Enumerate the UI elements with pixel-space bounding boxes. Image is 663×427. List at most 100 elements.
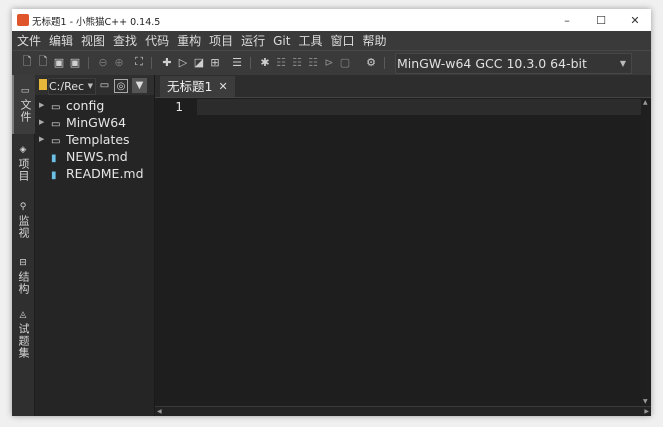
step-out-icon[interactable]: ☷ <box>306 55 320 69</box>
minimize-button[interactable]: – <box>550 9 584 31</box>
watch-icon: ⚲ <box>19 201 27 212</box>
stop-icon[interactable]: ▢ <box>338 55 352 69</box>
tree-item-label: config <box>66 98 105 113</box>
filter-icon[interactable]: ▼ <box>132 78 147 93</box>
chevron-down-icon: ▼ <box>619 59 626 68</box>
file-panel-header: C:/Rec ▼ ▭ ◎ ▼ <box>35 75 154 95</box>
menu-code[interactable]: 代码 <box>141 32 173 49</box>
vertical-scrollbar[interactable]: ▲ ▼ <box>641 98 651 406</box>
save-icon[interactable]: ▣ <box>52 55 66 69</box>
menu-help[interactable]: 帮助 <box>359 32 391 49</box>
app-logo-icon <box>17 14 29 26</box>
save-all-icon[interactable]: ▣ <box>68 55 82 69</box>
tree-item-label: NEWS.md <box>66 149 128 164</box>
menu-project[interactable]: 项目 <box>205 32 237 49</box>
scroll-right-icon[interactable]: ▶ <box>644 408 649 415</box>
menu-tools[interactable]: 工具 <box>294 32 326 49</box>
side-tab-bar: ▭ 文件 ◈ 项目 ⚲ 监视 ⊟ 结构 ◬ 试题集 <box>12 75 36 416</box>
side-tab-files[interactable]: ▭ 文件 <box>12 75 36 134</box>
compile-icon[interactable]: ✚ <box>160 55 174 69</box>
title-bar: 无标题1 - 小熊猫C++ 0.14.5 – ☐ ✕ <box>12 9 651 31</box>
tree-folder-mingw64[interactable]: ▶ ▭ MinGW64 <box>35 114 154 131</box>
folder-icon: ▭ <box>20 86 30 96</box>
tree-item-label: README.md <box>66 166 144 181</box>
expand-arrow-icon[interactable]: ▶ <box>39 114 44 131</box>
tree-folder-config[interactable]: ▶ ▭ config <box>35 97 154 114</box>
open-folder-icon[interactable]: ▭ <box>97 78 112 93</box>
run-icon[interactable]: ▷ <box>176 55 190 69</box>
editor-tab[interactable]: 无标题1 ✕ <box>160 76 235 97</box>
scroll-left-icon[interactable]: ◀ <box>157 408 162 415</box>
compiler-options-icon[interactable]: ⚙ <box>364 55 378 69</box>
line-number-gutter: 1 <box>155 98 197 406</box>
horizontal-scrollbar[interactable]: ◀ ▶ <box>155 406 651 416</box>
open-file-icon[interactable]: 🗋 <box>36 55 50 69</box>
rebuild-icon[interactable]: ⊞ <box>208 55 222 69</box>
toolbar: 🗋 🗋 ▣ ▣ ⊖ ⊕ ⛶ ✚ ▷ ◪ ⊞ ☰ ✱ ☷ ☷ ☷ ⊳ ▢ ⚙ Mi… <box>12 50 651 90</box>
menu-search[interactable]: 查找 <box>109 32 141 49</box>
path-folder-icon <box>39 79 47 90</box>
step-into-icon[interactable]: ☷ <box>290 55 304 69</box>
options-icon[interactable]: ☰ <box>230 55 244 69</box>
problem-set-icon: ◬ <box>19 309 27 320</box>
chevron-down-icon: ▼ <box>87 82 93 90</box>
menu-git[interactable]: Git <box>269 34 294 48</box>
continue-icon[interactable]: ⊳ <box>322 55 336 69</box>
side-tab-label: 试题集 <box>17 322 30 359</box>
debug-icon[interactable]: ✱ <box>258 55 272 69</box>
close-button[interactable]: ✕ <box>618 9 651 31</box>
path-combo[interactable]: C:/Rec ▼ <box>48 78 96 95</box>
terminal-icon[interactable]: ◎ <box>114 79 128 93</box>
menu-file[interactable]: 文件 <box>12 32 45 49</box>
forward-icon[interactable]: ⊕ <box>112 55 126 69</box>
side-tab-structure[interactable]: ⊟ 结构 <box>12 249 34 303</box>
project-icon: ◈ <box>19 144 27 155</box>
new-file-icon[interactable]: 🗋 <box>20 55 34 69</box>
expand-arrow-icon[interactable]: ▶ <box>39 97 44 114</box>
file-tree: ▶ ▭ config ▶ ▭ MinGW64 ▶ ▭ Templates ▮ N… <box>35 97 154 182</box>
path-value: C:/Rec <box>49 80 85 93</box>
menu-run[interactable]: 运行 <box>237 32 269 49</box>
editor-area: 无标题1 ✕ 1 ▲ ▼ ◀ ▶ <box>155 75 651 416</box>
toolbar-separator <box>250 57 251 69</box>
editor-tab-bar: 无标题1 ✕ <box>155 75 651 98</box>
expand-arrow-icon[interactable]: ▶ <box>39 131 44 148</box>
side-tab-problem-set[interactable]: ◬ 试题集 <box>12 304 34 364</box>
fullscreen-icon[interactable]: ⛶ <box>132 55 146 69</box>
main-window: 无标题1 - 小熊猫C++ 0.14.5 – ☐ ✕ 文件 编辑 视图 查找 代… <box>12 9 651 416</box>
menu-window[interactable]: 窗口 <box>326 32 358 49</box>
side-tab-label: 文件 <box>19 99 32 123</box>
toolbar-separator <box>384 57 385 69</box>
toolbar-separator <box>88 57 89 69</box>
step-over-icon[interactable]: ☷ <box>274 55 288 69</box>
menu-refactor[interactable]: 重构 <box>173 32 205 49</box>
compiler-select[interactable]: MinGW-w64 GCC 10.3.0 64-bit Debug ▼ <box>395 53 632 90</box>
tree-item-label: MinGW64 <box>66 115 127 130</box>
close-tab-icon[interactable]: ✕ <box>218 76 227 97</box>
side-tab-project[interactable]: ◈ 项目 <box>12 135 34 191</box>
window-title: 无标题1 - 小熊猫C++ 0.14.5 <box>32 17 161 28</box>
menu-bar: 文件 编辑 视图 查找 代码 重构 项目 运行 Git 工具 窗口 帮助 <box>12 31 651 50</box>
side-tab-label: 项目 <box>17 157 30 182</box>
editor-tab-label: 无标题1 <box>167 79 213 94</box>
maximize-button[interactable]: ☐ <box>584 9 618 31</box>
back-icon[interactable]: ⊖ <box>96 55 110 69</box>
tree-item-label: Templates <box>66 132 130 147</box>
file-panel: C:/Rec ▼ ▭ ◎ ▼ ▶ ▭ config ▶ ▭ MinGW64 ▶ … <box>35 75 155 416</box>
side-tab-label: 结构 <box>17 270 30 295</box>
tree-file-readme[interactable]: ▮ README.md <box>35 165 154 182</box>
compile-run-icon[interactable]: ◪ <box>192 55 206 69</box>
menu-edit[interactable]: 编辑 <box>45 32 77 49</box>
toolbar-separator <box>151 57 152 69</box>
side-tab-watch[interactable]: ⚲ 监视 <box>12 192 34 248</box>
structure-icon: ⊟ <box>19 257 27 268</box>
line-number: 1 <box>175 100 183 114</box>
tree-file-news[interactable]: ▮ NEWS.md <box>35 148 154 165</box>
menu-view[interactable]: 视图 <box>77 32 109 49</box>
scroll-down-icon[interactable]: ▼ <box>643 398 648 405</box>
code-editor-current-line[interactable] <box>197 99 641 115</box>
side-tab-label: 监视 <box>17 214 30 239</box>
markdown-file-icon: ▮ <box>51 170 57 181</box>
scroll-up-icon[interactable]: ▲ <box>643 99 648 106</box>
tree-folder-templates[interactable]: ▶ ▭ Templates <box>35 131 154 148</box>
